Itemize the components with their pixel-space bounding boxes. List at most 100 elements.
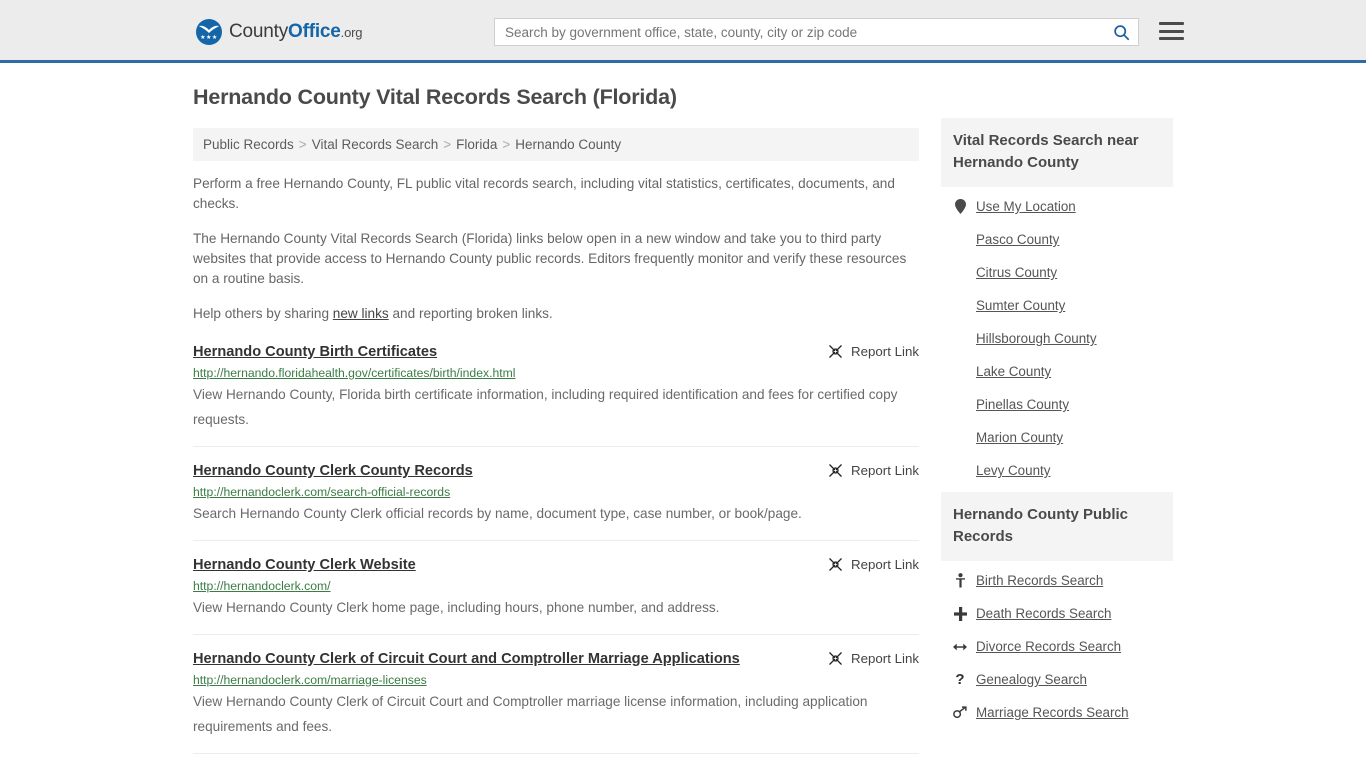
hamburger-bar bbox=[1159, 29, 1184, 33]
main-column: Hernando County Vital Records Search (Fl… bbox=[193, 85, 919, 768]
page-body: Hernando County Vital Records Search (Fl… bbox=[0, 63, 1366, 768]
breadcrumb-item-public-records[interactable]: Public Records bbox=[203, 137, 294, 152]
hamburger-bar bbox=[1159, 37, 1184, 40]
sidebar-item-marriage-records-search[interactable]: Marriage Records Search bbox=[953, 705, 1161, 720]
sidebar-item-divorce-records-search[interactable]: Divorce Records Search bbox=[953, 639, 1161, 654]
sidebar-panel-heading: Vital Records Search near Hernando Count… bbox=[941, 118, 1173, 187]
site-logo[interactable]: ★★★ CountyOffice.org bbox=[196, 19, 362, 45]
sidebar-item-label: Genealogy Search bbox=[976, 672, 1087, 687]
result-description: View Hernando County Clerk of Circuit Co… bbox=[193, 693, 868, 734]
result-url-link[interactable]: http://hernando.floridahealth.gov/certif… bbox=[193, 365, 919, 381]
eagle-wings-glyph bbox=[199, 25, 219, 33]
question-mark-icon: ? bbox=[955, 670, 965, 688]
sidebar-item-pasco-county[interactable]: Pasco County bbox=[953, 232, 1161, 247]
sidebar-item-label: Marion County bbox=[976, 430, 1064, 445]
list-item: Hernando County Clerk of Circuit Court a… bbox=[193, 650, 919, 754]
broken-link-icon bbox=[829, 558, 842, 571]
eagle-crest-icon: ★★★ bbox=[196, 19, 222, 45]
result-url-link[interactable]: http://hernandoclerk.com/ bbox=[193, 578, 919, 594]
breadcrumb-item-florida[interactable]: Florida bbox=[456, 137, 497, 152]
breadcrumb-separator: > bbox=[443, 136, 452, 152]
intro-paragraph-1: Perform a free Hernando County, FL publi… bbox=[193, 175, 895, 211]
logo-text-office: Office bbox=[288, 21, 341, 42]
gender-symbols-icon bbox=[953, 706, 967, 719]
result-url-link[interactable]: http://hernandoclerk.com/marriage-licens… bbox=[193, 672, 919, 688]
sidebar-item-use-my-location[interactable]: Use My Location bbox=[953, 199, 1161, 214]
search-button[interactable] bbox=[1104, 19, 1138, 45]
list-item: Hernando County Birth Certificates Repor… bbox=[193, 343, 919, 447]
list-item: Hernando County Clerk County Records Rep… bbox=[193, 462, 919, 541]
result-header: Hernando County Clerk of Circuit Court a… bbox=[193, 650, 919, 668]
result-description: View Hernando County Clerk home page, in… bbox=[193, 599, 720, 615]
result-header: Hernando County Clerk County Records Rep… bbox=[193, 462, 919, 480]
breadcrumb-item-vital-records-search[interactable]: Vital Records Search bbox=[312, 137, 439, 152]
report-link-label: Report Link bbox=[851, 556, 919, 572]
hamburger-bar bbox=[1159, 22, 1184, 25]
sidebar-panel-public-records: Hernando County Public Records Birth Rec… bbox=[941, 492, 1173, 724]
sidebar-item-label: Birth Records Search bbox=[976, 573, 1104, 588]
intro-paragraph-3-post: and reporting broken links. bbox=[388, 305, 553, 321]
intro-paragraph-3: Help others by sharing new links and rep… bbox=[193, 304, 919, 324]
result-list: Hernando County Birth Certificates Repor… bbox=[193, 343, 919, 754]
sidebar-item-marion-county[interactable]: Marion County bbox=[953, 430, 1161, 445]
three-stars-glyph: ★★★ bbox=[200, 35, 218, 41]
broken-link-icon bbox=[829, 652, 842, 665]
result-description: Search Hernando County Clerk official re… bbox=[193, 505, 802, 521]
result-title-link[interactable]: Hernando County Clerk Website bbox=[193, 556, 416, 574]
broken-link-icon bbox=[829, 345, 842, 358]
report-link-button[interactable]: Report Link bbox=[828, 556, 919, 572]
sidebar-item-label: Sumter County bbox=[976, 298, 1066, 313]
sidebar-panel-heading: Hernando County Public Records bbox=[941, 492, 1173, 561]
sidebar-item-label: Pasco County bbox=[976, 232, 1060, 247]
sidebar-item-sumter-county[interactable]: Sumter County bbox=[953, 298, 1161, 313]
report-link-button[interactable]: Report Link bbox=[828, 650, 919, 666]
sidebar-item-pinellas-county[interactable]: Pinellas County bbox=[953, 397, 1161, 412]
hamburger-menu-icon[interactable] bbox=[1159, 20, 1184, 42]
sidebar-item-label: Divorce Records Search bbox=[976, 639, 1122, 654]
new-links-link[interactable]: new links bbox=[333, 306, 389, 321]
double-arrow-icon bbox=[953, 642, 967, 652]
map-pin-icon bbox=[953, 199, 967, 214]
intro-paragraph-3-pre: Help others by sharing bbox=[193, 305, 333, 321]
result-description: View Hernando County, Florida birth cert… bbox=[193, 386, 898, 427]
report-link-button[interactable]: Report Link bbox=[828, 462, 919, 478]
sidebar-item-label: Use My Location bbox=[976, 199, 1076, 214]
sidebar-panel-body: Birth Records Search Death Records Searc… bbox=[941, 561, 1173, 724]
result-header: Hernando County Birth Certificates Repor… bbox=[193, 343, 919, 361]
baby-icon bbox=[953, 573, 967, 588]
result-url-link[interactable]: http://hernandoclerk.com/search-official… bbox=[193, 484, 919, 500]
report-link-button[interactable]: Report Link bbox=[828, 343, 919, 359]
report-link-label: Report Link bbox=[851, 462, 919, 478]
sidebar-item-hillsborough-county[interactable]: Hillsborough County bbox=[953, 331, 1161, 346]
sidebar-item-label: Pinellas County bbox=[976, 397, 1070, 412]
result-title-link[interactable]: Hernando County Clerk of Circuit Court a… bbox=[193, 650, 740, 668]
logo-text-county: County bbox=[229, 21, 289, 42]
intro-paragraph-2: The Hernando County Vital Records Search… bbox=[193, 230, 907, 286]
list-item: Hernando County Clerk Website Report Lin… bbox=[193, 556, 919, 635]
cross-icon bbox=[953, 606, 967, 621]
sidebar-item-label: Hillsborough County bbox=[976, 331, 1097, 346]
intro-text: Perform a free Hernando County, FL publi… bbox=[193, 174, 919, 324]
sidebar-item-levy-county[interactable]: Levy County bbox=[953, 463, 1161, 478]
result-title-link[interactable]: Hernando County Clerk County Records bbox=[193, 462, 473, 480]
sidebar-item-label: Citrus County bbox=[976, 265, 1058, 280]
search-input[interactable] bbox=[495, 19, 1104, 45]
sidebar-item-birth-records-search[interactable]: Birth Records Search bbox=[953, 573, 1161, 588]
breadcrumb-item-hernando-county[interactable]: Hernando County bbox=[515, 137, 621, 152]
breadcrumb: Public Records > Vital Records Search > Flor… bbox=[193, 127, 919, 161]
sidebar-item-label: Lake County bbox=[976, 364, 1052, 379]
search-bar[interactable] bbox=[494, 18, 1139, 46]
sidebar: Vital Records Search near Hernando Count… bbox=[941, 85, 1173, 734]
sidebar-item-genealogy-search[interactable]: ? Genealogy Search bbox=[953, 670, 1161, 688]
sidebar-item-label: Death Records Search bbox=[976, 606, 1112, 621]
site-header: ★★★ CountyOffice.org bbox=[0, 0, 1366, 63]
result-header: Hernando County Clerk Website Report Lin… bbox=[193, 556, 919, 574]
breadcrumb-separator: > bbox=[298, 136, 307, 152]
page-title: Hernando County Vital Records Search (Fl… bbox=[193, 85, 677, 109]
result-title-link[interactable]: Hernando County Birth Certificates bbox=[193, 343, 437, 361]
search-icon bbox=[1113, 24, 1129, 40]
sidebar-item-lake-county[interactable]: Lake County bbox=[953, 364, 1161, 379]
sidebar-item-death-records-search[interactable]: Death Records Search bbox=[953, 606, 1161, 621]
logo-text-domain: .org bbox=[340, 25, 363, 40]
sidebar-item-citrus-county[interactable]: Citrus County bbox=[953, 265, 1161, 280]
